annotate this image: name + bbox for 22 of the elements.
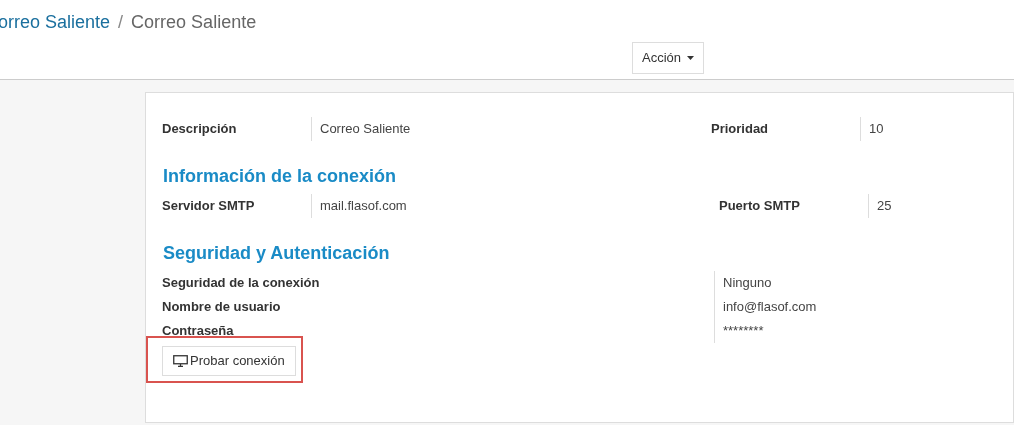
monitor-icon (173, 355, 188, 367)
field-value: mail.flasof.com (311, 194, 711, 218)
action-dropdown-button[interactable]: Acción (632, 42, 705, 74)
field-value: ******** (723, 322, 765, 341)
field-value: Correo Saliente (311, 117, 711, 141)
section-heading: Información de la conexión (163, 165, 398, 188)
field-value: Ninguno (723, 274, 773, 293)
field-value: 25 (868, 194, 892, 218)
field-label: Puerto SMTP (718, 197, 801, 216)
caret-icon (687, 56, 695, 60)
field-label: Servidor SMTP (162, 197, 256, 216)
field-label: Descripción (162, 120, 238, 139)
breadcrumb-separator: / (118, 11, 124, 34)
test-connection-button[interactable]: Probar conexión (162, 346, 296, 376)
field-label: Prioridad (711, 120, 770, 139)
field-label: Contraseña (162, 322, 235, 341)
field-label: Seguridad de la conexión (162, 274, 321, 293)
section-heading: Seguridad y Autenticación (163, 242, 391, 265)
breadcrumb-current: Correo Saliente (131, 11, 257, 34)
field-value: 10 (860, 117, 884, 141)
field-label: Nombre de usuario (162, 298, 282, 317)
field-value: info@flasof.com (723, 298, 817, 317)
